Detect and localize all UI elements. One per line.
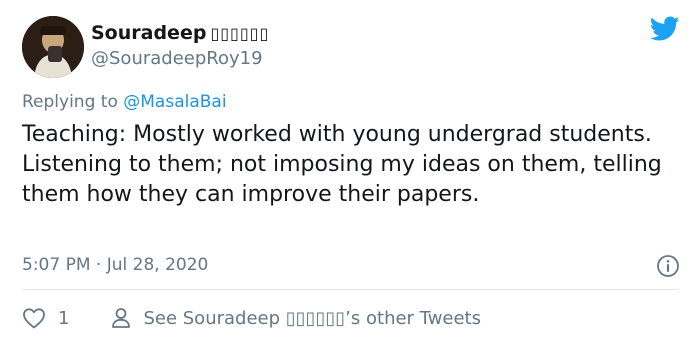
info-icon[interactable] [656,254,680,278]
like-button[interactable]: 1 [22,307,69,329]
avatar-photo [22,16,84,78]
twitter-bird-icon[interactable] [649,16,680,42]
author-handle[interactable]: @SouradeepRoy19 [91,47,263,71]
tweet-card: Souradeep ▯▯▯▯▯▯ @SouradeepRoy19 Replying… [0,0,700,345]
author-name-text: Souradeep [91,22,207,44]
author-name-unsupported-glyphs: ▯▯▯▯▯▯ [210,24,270,43]
heart-icon [23,308,45,329]
tweet-timestamp[interactable]: 5:07 PM · Jul 28, 2020 [22,253,208,277]
tweet-actions: 1 See Souradeep ▯▯▯▯▯▯’s other Tweets [22,305,481,331]
other-tweets-label: See Souradeep ▯▯▯▯▯▯’s other Tweets [143,307,481,329]
divider [22,289,678,290]
avatar[interactable] [22,16,84,78]
like-count: 1 [58,307,70,329]
replying-prefix: Replying to [22,92,118,112]
reply-mention-link[interactable]: @MasalaBai [123,92,226,112]
other-tweets-link[interactable]: See Souradeep ▯▯▯▯▯▯’s other Tweets [111,307,481,329]
author-display-name[interactable]: Souradeep ▯▯▯▯▯▯ [91,21,269,46]
tweet-text: Teaching: Mostly worked with young under… [22,122,662,207]
replying-to: Replying to @MasalaBai [22,90,227,114]
person-icon [112,308,131,328]
